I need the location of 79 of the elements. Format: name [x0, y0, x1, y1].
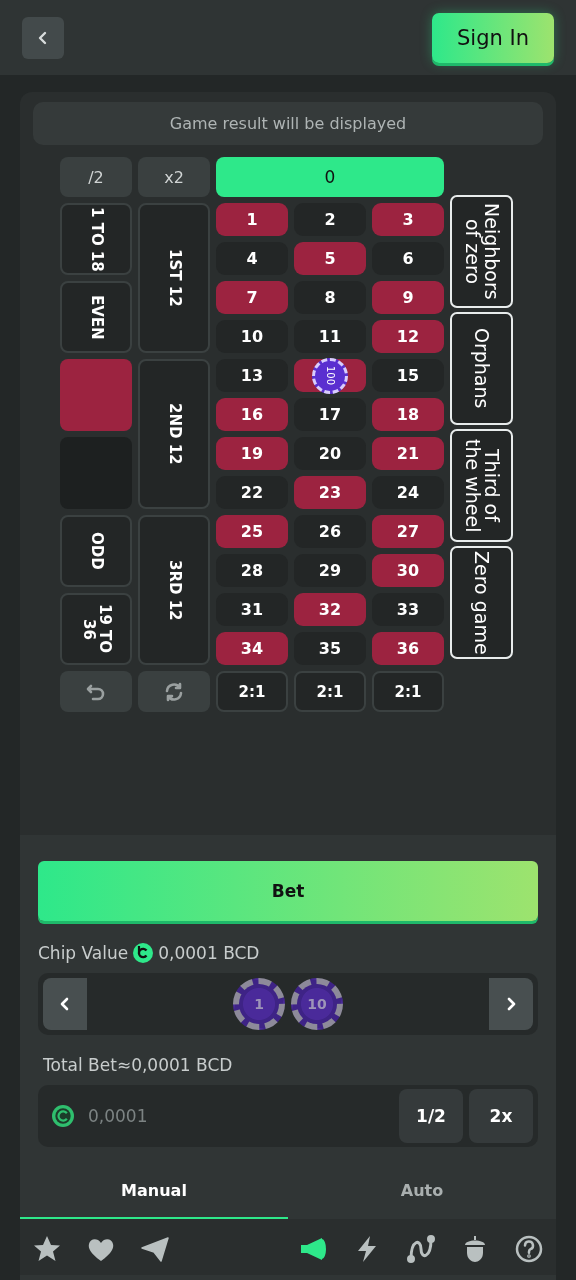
chevron-left-icon	[59, 996, 71, 1012]
previous-button[interactable]	[43, 978, 87, 1030]
number-cell[interactable]: 23	[294, 476, 366, 509]
number-cell[interactable]: 100	[294, 359, 366, 392]
bet-multiplier-button[interactable]: x2	[138, 157, 210, 197]
bet-multiplier-button[interactable]: /2	[60, 157, 132, 197]
chevron-right-icon	[505, 996, 517, 1012]
curve-icon[interactable]	[406, 1234, 436, 1264]
number-cell[interactable]: 32	[294, 593, 366, 626]
number-cell[interactable]: 30	[372, 554, 444, 587]
mode-tab[interactable]: Auto	[288, 1163, 556, 1219]
dozen-bet-cell[interactable]: 3RD 12	[138, 515, 210, 665]
number-cell[interactable]: 21	[372, 437, 444, 470]
dozen-bet-cell[interactable]: 2ND 12	[138, 359, 210, 509]
number-cell[interactable]: 12	[372, 320, 444, 353]
outside-bet-cell[interactable]: 1 TO 18	[60, 203, 132, 275]
number-cell[interactable]: 29	[294, 554, 366, 587]
refresh-icon	[163, 680, 185, 703]
number-cell[interactable]: 36	[372, 632, 444, 665]
betting-chip: 100	[312, 357, 348, 394]
undo-button[interactable]	[60, 671, 132, 712]
next-button[interactable]	[489, 978, 533, 1030]
paper-plane-icon[interactable]	[140, 1234, 170, 1264]
number-cell[interactable]: 33	[372, 593, 444, 626]
help-icon[interactable]	[514, 1234, 544, 1264]
number-cell[interactable]: 15	[372, 359, 444, 392]
outside-bet-cell[interactable]: ODD	[60, 515, 132, 587]
number-cell[interactable]: 11	[294, 320, 366, 353]
color-bet-cell[interactable]	[60, 359, 132, 431]
number-cell[interactable]: 7	[216, 281, 288, 314]
zero-cell[interactable]: 0	[216, 157, 444, 197]
number-cell[interactable]: 4	[216, 242, 288, 275]
column-bet-cell[interactable]: 2:1	[294, 671, 366, 712]
number-cell[interactable]: 13	[216, 359, 288, 392]
coin-icon	[52, 1105, 74, 1127]
race-bet-cell[interactable]: Orphans	[450, 312, 513, 425]
number-cell[interactable]: 26	[294, 515, 366, 548]
number-cell[interactable]: 18	[372, 398, 444, 431]
number-cell[interactable]: 1	[216, 203, 288, 236]
number-cell[interactable]: 5	[294, 242, 366, 275]
number-cell[interactable]: 10	[216, 320, 288, 353]
number-cell[interactable]: 3	[372, 203, 444, 236]
sign-in-button[interactable]: Sign In	[432, 12, 554, 63]
race-bet-cell[interactable]: Neighbors of zero	[450, 195, 513, 308]
amount-button[interactable]: 2x	[469, 1089, 533, 1143]
number-cell[interactable]: 28	[216, 554, 288, 587]
column-bet-cell[interactable]: 2:1	[372, 671, 444, 712]
number-cell[interactable]: 2	[294, 203, 366, 236]
number-cell[interactable]: 31	[216, 593, 288, 626]
bet-button[interactable]: Bet	[38, 861, 538, 921]
chip-button[interactable]: 10	[291, 978, 343, 1030]
number-cell[interactable]: 27	[372, 515, 444, 548]
number-cell[interactable]: 8	[294, 281, 366, 314]
amount-field[interactable]: 0,0001 1/2 2x	[38, 1085, 538, 1147]
dozen-bet-cell[interactable]: 1ST 12	[138, 203, 210, 353]
number-cell[interactable]: 6	[372, 242, 444, 275]
number-cell[interactable]: 34	[216, 632, 288, 665]
chip-value-label: Chip Value	[38, 943, 129, 963]
number-cell[interactable]: 20	[294, 437, 366, 470]
number-cell[interactable]: 16	[216, 398, 288, 431]
number-cell[interactable]: 25	[216, 515, 288, 548]
outside-bet-cell[interactable]: EVEN	[60, 281, 132, 353]
column-bet-cell[interactable]: 2:1	[216, 671, 288, 712]
number-cell[interactable]: 19	[216, 437, 288, 470]
chip-button[interactable]: 1	[233, 978, 285, 1030]
race-bet-cell[interactable]: Third of the wheel	[450, 429, 513, 542]
outside-bet-cell[interactable]: 19 TO 36	[60, 593, 132, 665]
total-bet-label: Total Bet≈0,0001 BCD	[43, 1055, 234, 1075]
result-banner: Game result will be displayed	[33, 102, 543, 145]
race-bet-cell[interactable]: Zero game	[450, 546, 513, 659]
chip-value-amount: 0,0001 BCD	[158, 943, 260, 963]
number-cell[interactable]: 22	[216, 476, 288, 509]
number-cell[interactable]: 24	[372, 476, 444, 509]
coin-icon	[133, 943, 154, 963]
amount-button[interactable]: 1/2	[399, 1089, 463, 1143]
number-cell[interactable]: 9	[372, 281, 444, 314]
number-cell[interactable]: 35	[294, 632, 366, 665]
repeat-button[interactable]	[138, 671, 210, 712]
number-cell[interactable]: 17	[294, 398, 366, 431]
